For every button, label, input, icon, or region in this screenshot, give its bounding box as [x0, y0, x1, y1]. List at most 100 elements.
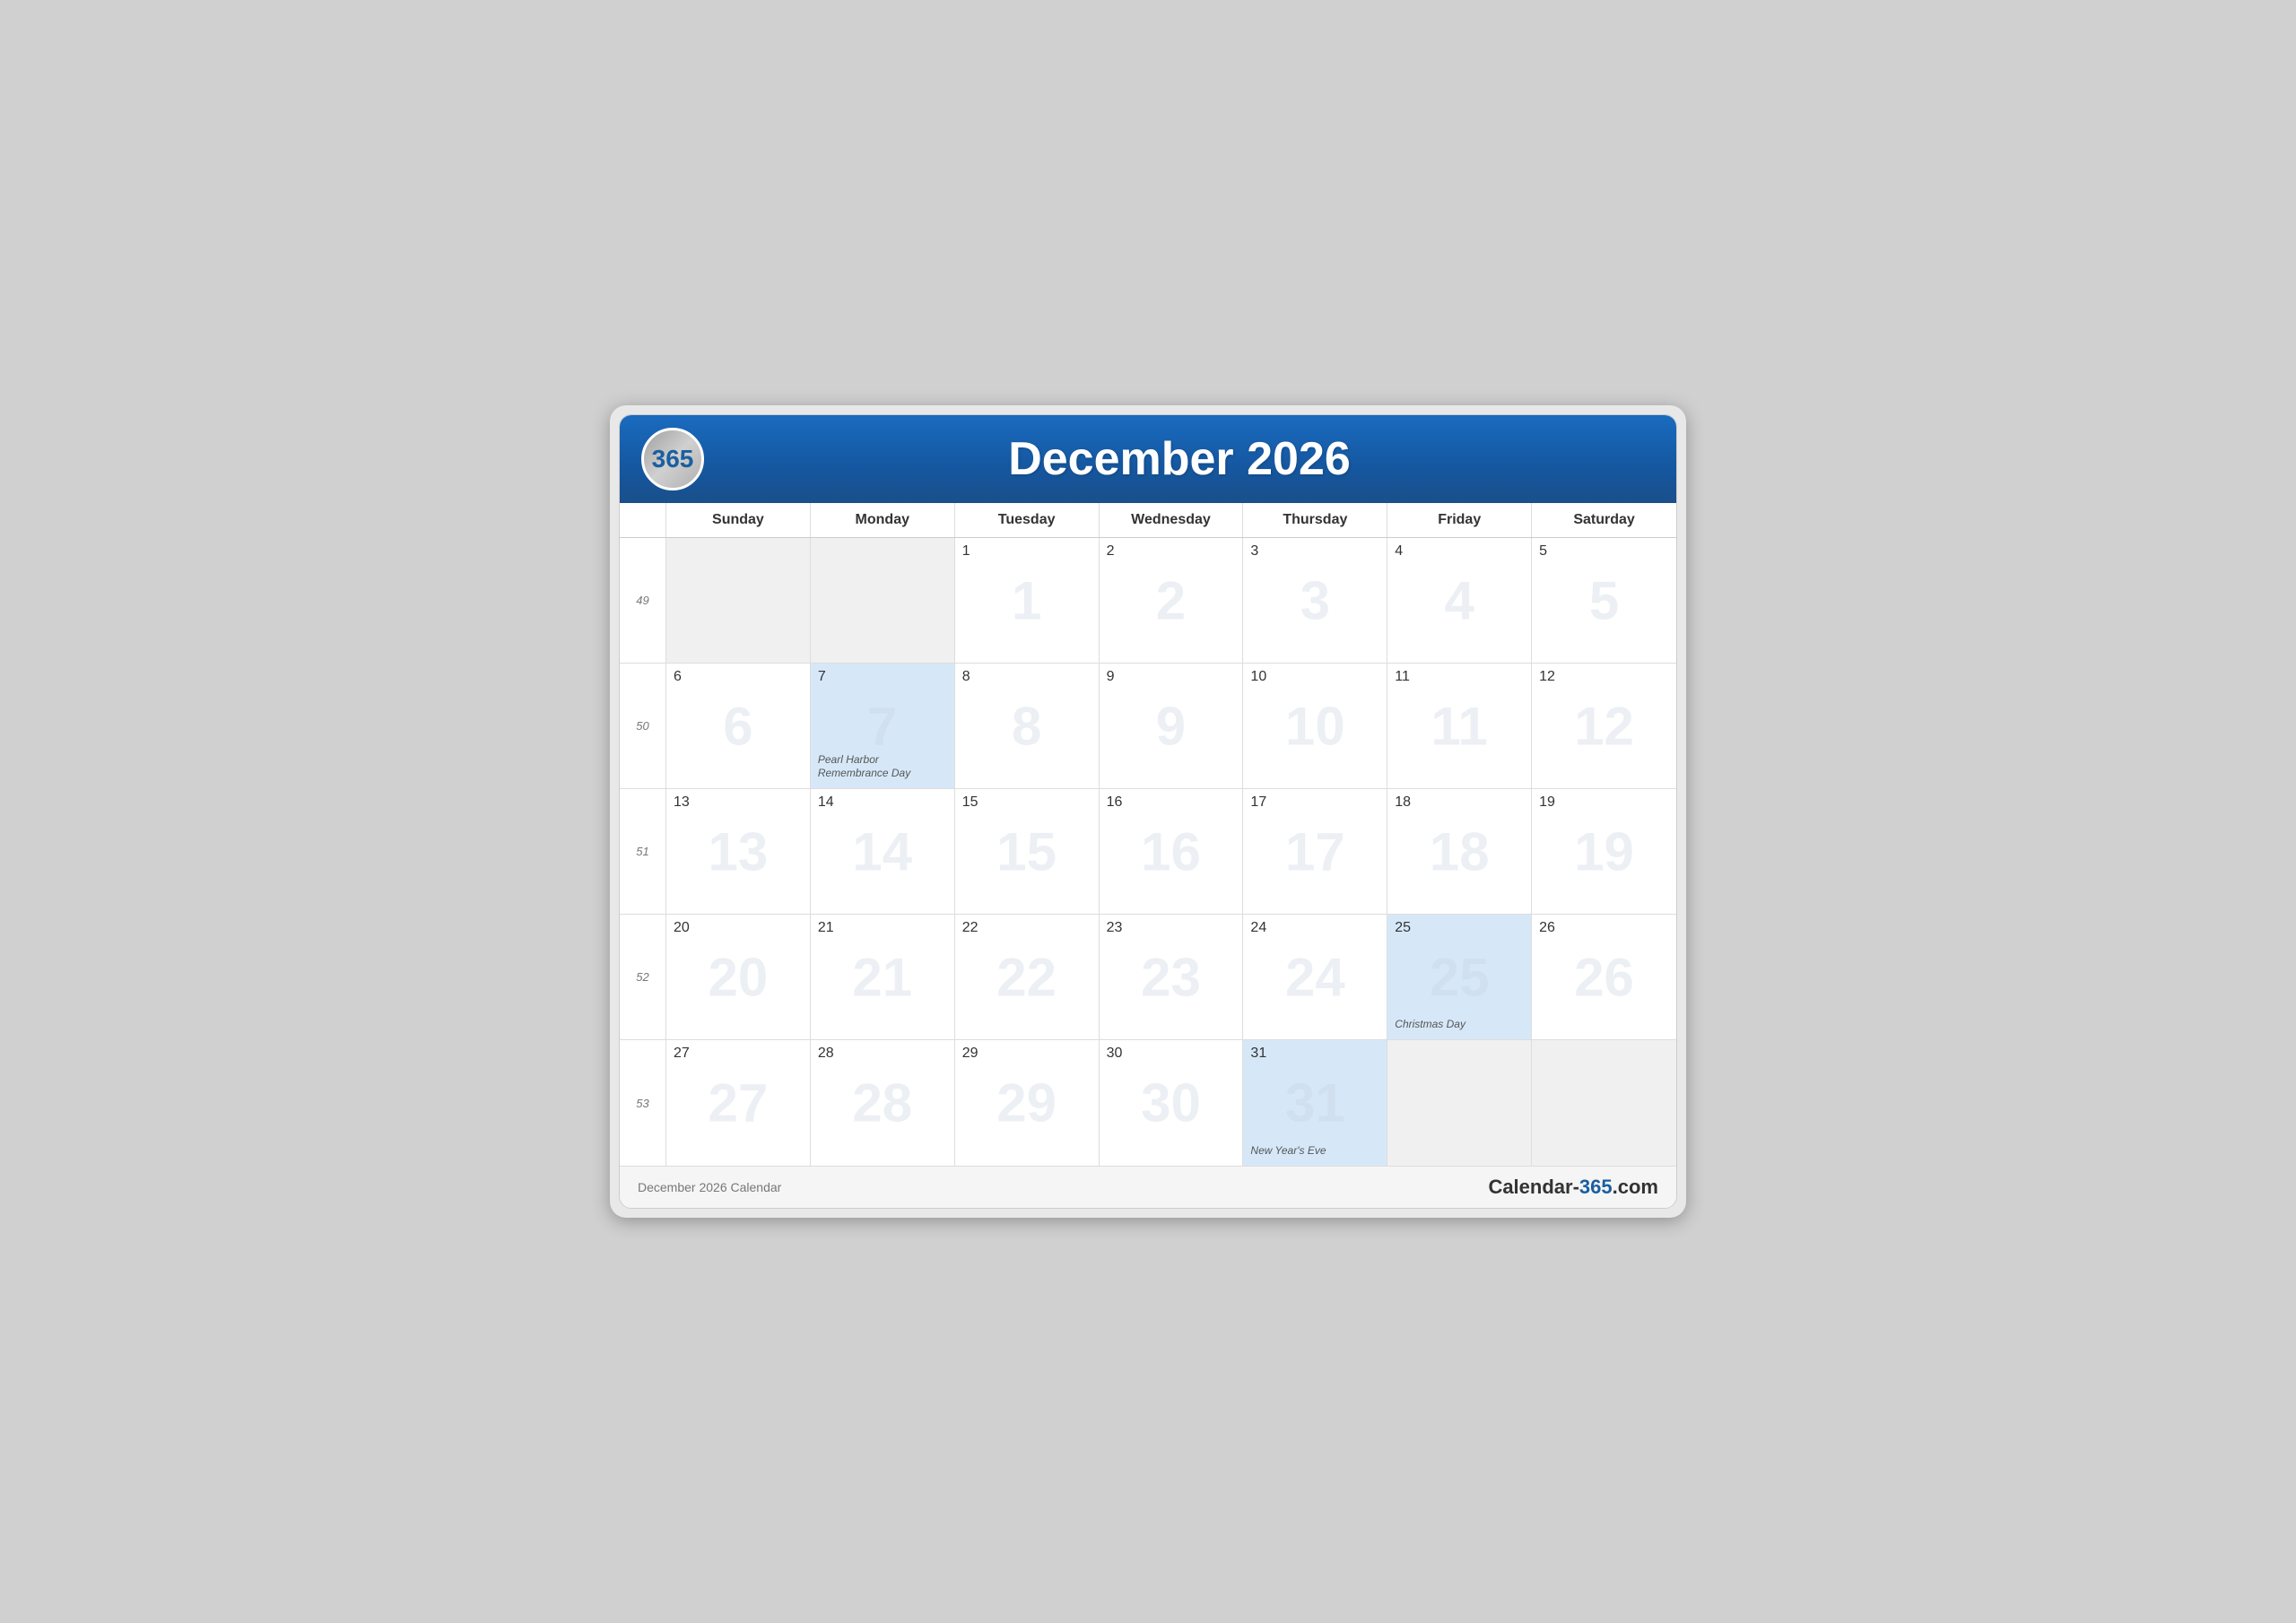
- day-number: 17: [1250, 794, 1379, 811]
- page-wrapper: 3 6 5 December 2026 Sunday Monday Tuesday …: [610, 405, 1686, 1218]
- day-cell-5[interactable]: 55: [1532, 538, 1676, 663]
- day-cell-7[interactable]: 77Pearl Harbor Remembrance Day: [811, 664, 955, 788]
- day-watermark: 16: [1141, 820, 1201, 882]
- day-number: 30: [1107, 1046, 1236, 1062]
- day-number: 28: [818, 1046, 947, 1062]
- day-number: 12: [1539, 669, 1669, 685]
- day-number: 5: [1539, 543, 1669, 560]
- day-number: 13: [674, 794, 803, 811]
- day-number: 7: [818, 669, 947, 685]
- calendar-grid: 491122334455506677Pearl Harbor Remembran…: [620, 538, 1676, 1166]
- day-cell-28[interactable]: 28 28: [811, 1040, 955, 1166]
- dow-tuesday: Tuesday: [955, 503, 1100, 537]
- day-number: 26: [1539, 920, 1669, 936]
- day-cell-1[interactable]: 11: [955, 538, 1100, 663]
- day-watermark: 18: [1430, 820, 1490, 882]
- day-cell-empty: [666, 538, 811, 663]
- day-watermark: 13: [709, 820, 769, 882]
- day-watermark: 5: [1589, 569, 1619, 631]
- week-row-5: 5327272828292930303131New Year's Eve: [620, 1040, 1676, 1166]
- day-watermark: 28: [852, 1072, 912, 1134]
- day-watermark: 25: [1430, 946, 1490, 1008]
- day-cell-4[interactable]: 44: [1387, 538, 1532, 663]
- week-num-49: 49: [620, 538, 666, 663]
- day-watermark: 24: [1285, 946, 1345, 1008]
- day-cell-25[interactable]: 25 25 Christmas Day: [1387, 915, 1532, 1039]
- dow-wednesday: Wednesday: [1100, 503, 1244, 537]
- day-number: 9: [1107, 669, 1236, 685]
- day-cell-27[interactable]: 2727: [666, 1040, 811, 1166]
- day-number: 3: [1250, 543, 1379, 560]
- day-cell-20[interactable]: 2020: [666, 915, 811, 1039]
- day-event: Pearl Harbor Remembrance Day: [818, 753, 947, 781]
- day-cell-12[interactable]: 1212: [1532, 664, 1676, 788]
- week-num-51: 51: [620, 789, 666, 914]
- day-cell-9[interactable]: 99: [1100, 664, 1244, 788]
- day-watermark: 8: [1012, 695, 1041, 757]
- day-number: 10: [1250, 669, 1379, 685]
- day-cell-31[interactable]: 3131New Year's Eve: [1243, 1040, 1387, 1166]
- day-watermark: 7: [867, 695, 897, 757]
- week-num-53: 53: [620, 1040, 666, 1166]
- day-number: 18: [1395, 794, 1524, 811]
- day-number: 8: [962, 669, 1091, 685]
- day-watermark: 14: [852, 820, 912, 882]
- dow-friday: Friday: [1387, 503, 1532, 537]
- week-row-4: 52202021212222232324242525Christmas Day2…: [620, 915, 1676, 1040]
- day-watermark: 4: [1445, 569, 1474, 631]
- day-cell-18[interactable]: 1818: [1387, 789, 1532, 914]
- day-cell-14[interactable]: 1414: [811, 789, 955, 914]
- calendar-title: December 2026: [704, 432, 1655, 486]
- day-watermark: 1: [1012, 569, 1041, 631]
- day-cell-19[interactable]: 1919: [1532, 789, 1676, 914]
- week-num-52: 52: [620, 915, 666, 1039]
- day-cell-11[interactable]: 11 11: [1387, 664, 1532, 788]
- footer-brand: Calendar-365.com: [1488, 1176, 1658, 1199]
- week-row-3: 511313141415151616171718181919: [620, 789, 1676, 915]
- day-cell-10[interactable]: 10 10: [1243, 664, 1387, 788]
- day-cell-3[interactable]: 33: [1243, 538, 1387, 663]
- day-watermark: 17: [1285, 820, 1345, 882]
- dow-saturday: Saturday: [1532, 503, 1676, 537]
- day-cell-23[interactable]: 2323: [1100, 915, 1244, 1039]
- day-cell-empty: [811, 538, 955, 663]
- week-num-50: 50: [620, 664, 666, 788]
- day-watermark: 19: [1574, 820, 1634, 882]
- day-watermark: 31: [1285, 1072, 1345, 1134]
- day-number: 27: [674, 1046, 803, 1062]
- day-event: Christmas Day: [1395, 1018, 1524, 1032]
- day-number: 1: [962, 543, 1091, 560]
- day-watermark: 2: [1156, 569, 1186, 631]
- day-event: New Year's Eve: [1250, 1144, 1379, 1159]
- day-number: 6: [674, 669, 803, 685]
- day-cell-30[interactable]: 3030: [1100, 1040, 1244, 1166]
- day-watermark: 20: [709, 946, 769, 1008]
- day-number: 22: [962, 920, 1091, 936]
- day-cell-6[interactable]: 66: [666, 664, 811, 788]
- day-cell-2[interactable]: 22: [1100, 538, 1244, 663]
- day-cell-29[interactable]: 2929: [955, 1040, 1100, 1166]
- calendar-container: 3 6 5 December 2026 Sunday Monday Tuesday …: [619, 414, 1677, 1209]
- day-number: 11: [1395, 669, 1524, 685]
- day-cell-17[interactable]: 1717: [1243, 789, 1387, 914]
- day-cell-13[interactable]: 13 13: [666, 789, 811, 914]
- day-watermark: 10: [1285, 695, 1345, 757]
- day-cell-15[interactable]: 1515: [955, 789, 1100, 914]
- day-cell-26[interactable]: 2626: [1532, 915, 1676, 1039]
- day-cell-16[interactable]: 1616: [1100, 789, 1244, 914]
- day-cell-21[interactable]: 2121: [811, 915, 955, 1039]
- calendar-footer: December 2026 Calendar Calendar-365.com: [620, 1166, 1676, 1208]
- days-of-week-row: Sunday Monday Tuesday Wednesday Thursday…: [620, 503, 1676, 538]
- day-number: 19: [1539, 794, 1669, 811]
- day-watermark: 22: [996, 946, 1057, 1008]
- day-cell-8[interactable]: 88: [955, 664, 1100, 788]
- dow-thursday: Thursday: [1243, 503, 1387, 537]
- dow-sunday: Sunday: [666, 503, 811, 537]
- day-watermark: 11: [1431, 695, 1487, 757]
- day-watermark: 9: [1156, 695, 1186, 757]
- day-number: 29: [962, 1046, 1091, 1062]
- day-watermark: 6: [723, 695, 752, 757]
- day-number: 25: [1395, 920, 1524, 936]
- day-cell-24[interactable]: 2424: [1243, 915, 1387, 1039]
- day-cell-22[interactable]: 22 22: [955, 915, 1100, 1039]
